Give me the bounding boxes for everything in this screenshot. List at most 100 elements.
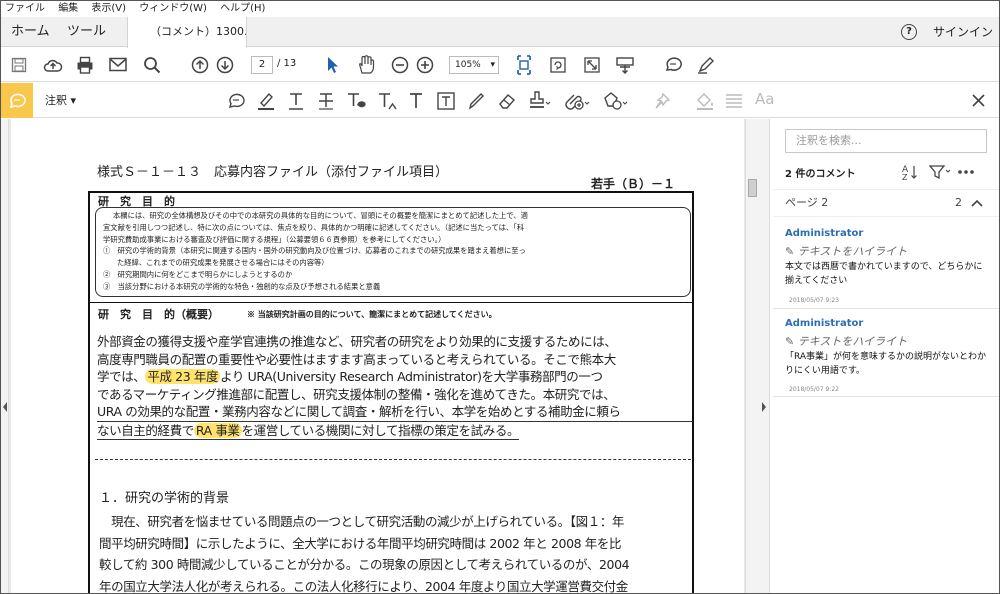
tools-icon[interactable] (615, 56, 635, 74)
draw-icon[interactable] (467, 91, 485, 111)
sort-icon[interactable]: AZ (901, 163, 921, 181)
menu-help[interactable]: ヘルプ(H) (220, 3, 265, 14)
tab-document[interactable]: （コメント）1300... (127, 17, 247, 48)
comments-pane: 注釈を検索... 2 件のコメント AZ ページ 2 2 Administrat… (771, 119, 999, 593)
form-title: 様式Ｓ－１－１３ 応募内容ファイル（添付ファイル項目） (97, 165, 449, 180)
page-group-count: 2 (955, 196, 962, 209)
print-icon[interactable] (76, 56, 94, 74)
page-number-input[interactable]: 2 (251, 56, 273, 74)
summary-body: 外部資金の獲得支援や産学官連携の推進など、研究者の研究をより効果的に支援するため… (97, 333, 693, 440)
summary-text: ない自主的経費で (97, 422, 194, 438)
chevron-up-icon[interactable] (971, 199, 983, 207)
comment-search-input[interactable]: 注釈を検索... (785, 129, 987, 153)
upload-icon[interactable] (43, 56, 63, 74)
highlight-icon[interactable] (257, 91, 275, 111)
highlight-annotation-1[interactable]: 平成 23 年度 (145, 369, 221, 384)
comment-count: 2 件のコメント (785, 169, 856, 180)
tabs-bar: ホーム ツール （コメント）1300... ? サインイン (1, 17, 999, 48)
page-group-label: ページ 2 (785, 196, 829, 209)
comment-author: Administrator (785, 318, 864, 329)
summary-line: URA の効果的な配置・業務内容などに関して調査・解析を行い、本学を始めとする補… (97, 403, 693, 422)
replace-icon[interactable] (346, 91, 366, 111)
summary-text: 高度専門職員の配置の重要性や必要性はますます高まっていると考えられている。そこで… (97, 351, 616, 367)
comment-tool-button[interactable] (1, 83, 33, 118)
summary-note: ※ 当該研究計画の目的について、簡潔にまとめて記述してください。 (247, 309, 497, 319)
comment-type: ✎ テキストをハイライト (785, 243, 907, 259)
menu-view[interactable]: 表示(V) (91, 3, 126, 14)
lines-icon[interactable] (724, 92, 744, 110)
search-icon[interactable] (143, 56, 161, 74)
summary-line: であるマーケティング推進部に配置し、研究支援体制の整備・強化を進めてきた。本研究… (97, 386, 693, 404)
save-icon[interactable] (11, 57, 27, 73)
pen-icon: ✎ (785, 335, 795, 348)
rotate-icon[interactable] (549, 56, 567, 74)
filter-icon[interactable] (929, 164, 951, 180)
fit-page-icon[interactable] (515, 54, 533, 76)
comment-card[interactable]: Administrator ✎ テキストをハイライト 本文では西暦で書かれていま… (773, 219, 999, 309)
text-icon[interactable] (407, 91, 425, 111)
menu-file[interactable]: ファイル (5, 3, 45, 14)
fill-icon[interactable] (695, 91, 717, 111)
page-total: / 13 (277, 58, 297, 69)
shapes-icon[interactable] (602, 90, 628, 112)
summary-line: 学では、 平成 23 年度 より URA(University Research A… (97, 368, 693, 386)
highlight-annotation-2[interactable]: RA 事業 (193, 422, 242, 438)
close-icon[interactable] (971, 93, 986, 108)
zoom-out-icon[interactable] (391, 56, 409, 74)
menu-edit[interactable]: 編集 (58, 3, 78, 14)
textbox-icon[interactable] (436, 91, 456, 111)
pen-icon[interactable] (697, 56, 715, 74)
underline-icon[interactable] (287, 91, 305, 111)
instruction-line: 学研究費助成事業における審査及び評価に関する規程」（公募要領６６頁参照）を参考に… (103, 234, 446, 244)
comment-card[interactable]: Administrator ✎ テキストをハイライト 「RA事業」が何を意味する… (773, 309, 999, 397)
dashed-divider (95, 459, 691, 460)
menu-window[interactable]: ウィンドウ(W) (139, 3, 207, 14)
chevron-left-icon (3, 402, 7, 412)
instruction-line: 本欄には、研究の全体構想及びその中での本研究の具体的な目的について、冒頭にその概… (113, 211, 528, 220)
comment-toolbar: 注釈 ▾ Aa (1, 83, 999, 118)
tab-home[interactable]: ホーム (11, 17, 50, 47)
summary-text: より URA(University Research Administrator… (220, 369, 603, 384)
strikethrough-icon[interactable] (317, 91, 335, 111)
tab-tools[interactable]: ツール (67, 17, 106, 47)
left-pane-toggle[interactable] (1, 119, 9, 593)
instruction-line: ② 研究期間内に何をどこまで明らかにしようとするのか (103, 269, 293, 279)
zoom-in-icon[interactable] (416, 56, 434, 74)
help-icon[interactable]: ? (901, 24, 917, 40)
stamp-icon[interactable] (527, 90, 551, 112)
pin-icon[interactable] (653, 92, 671, 110)
more-icon[interactable] (957, 169, 975, 175)
comment-author: Administrator (785, 228, 864, 239)
vertical-scrollbar[interactable] (745, 119, 759, 593)
comment-page-group[interactable]: ページ 2 2 (773, 189, 999, 217)
pen-icon: ✎ (785, 245, 795, 258)
instruction-line: た経緯、これまでの研究成果を発展させる場合にはその内容等） (117, 258, 329, 268)
page-up-icon[interactable] (191, 56, 209, 74)
instruction-line: ① 研究の学術的背景（本研究に関連する国内・国外の研究動向及び位置づけ、応募者の… (103, 246, 526, 256)
comment-icon[interactable] (664, 56, 682, 74)
comment-date: 2018/05/07 9:23 (789, 297, 839, 304)
zoom-select[interactable]: 105% (449, 56, 499, 74)
eraser-icon[interactable] (497, 91, 517, 111)
tab-document-label: （コメント）1300... (150, 25, 247, 38)
hand-icon[interactable] (357, 55, 375, 75)
signin-button[interactable]: サインイン (933, 17, 993, 47)
cursor-icon[interactable] (326, 56, 340, 74)
full-screen-icon[interactable] (583, 56, 601, 74)
insert-text-icon[interactable] (377, 91, 399, 111)
sticky-note-icon[interactable] (227, 92, 245, 110)
scrollbar-thumb[interactable] (748, 179, 757, 197)
right-pane-toggle[interactable] (759, 119, 769, 593)
summary-line: ない自主的経費で RA 事業 を運営している機関に対して指標の策定を試みる。 (97, 422, 519, 440)
comment-type: ✎ テキストをハイライト (785, 333, 907, 349)
font-style-icon[interactable]: Aa (755, 90, 774, 108)
attach-icon[interactable] (564, 90, 590, 112)
page-down-icon[interactable] (216, 56, 234, 74)
comment-body: 本文では西暦で書かれていますので、どちらかに揃えてください (785, 262, 983, 286)
applicant-label: 若手（Ｂ）－１ (591, 177, 676, 191)
mail-icon[interactable] (109, 57, 127, 72)
pdf-page: 様式Ｓ－１－１３ 応募内容ファイル（添付ファイル項目） 若手（Ｂ）－１ 研 究 … (11, 119, 744, 593)
annotation-menu[interactable]: 注釈 ▾ (45, 83, 76, 118)
comment-body: 「RA事業」が何を意味するかの説明がないとわかりにくい用語です。 (785, 352, 987, 376)
comment-type-label: テキストをハイライト (797, 245, 908, 258)
